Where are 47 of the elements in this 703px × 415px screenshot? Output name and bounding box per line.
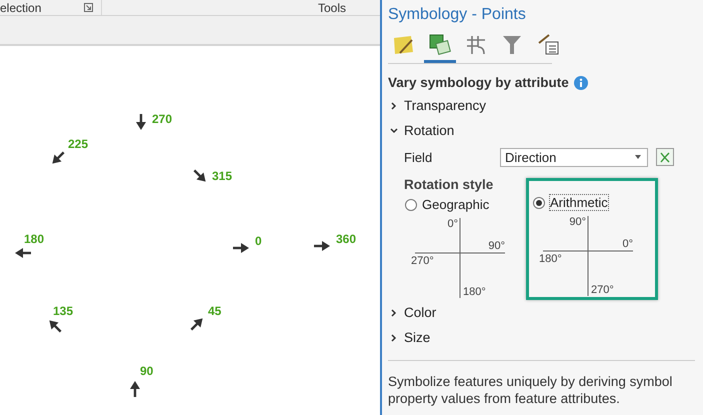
section-heading: Vary symbology by attribute — [388, 75, 569, 90]
compass-label: 180° — [463, 286, 486, 298]
compass-label: 270° — [591, 284, 614, 296]
compass-label: 90° — [569, 216, 586, 228]
section-header[interactable]: Color — [388, 300, 695, 325]
caret-icon — [635, 155, 641, 159]
field-label: Field — [404, 150, 434, 164]
overlapping-squares-icon — [428, 33, 452, 57]
grid-lines-icon — [464, 33, 488, 57]
chevron-icon — [390, 334, 398, 342]
compass-label: 180° — [539, 253, 562, 265]
section-header[interactable]: Rotation — [388, 118, 695, 143]
point-label: 270 — [152, 112, 172, 126]
point-label: 180 — [24, 232, 44, 246]
polygon-pencil-icon — [392, 33, 416, 57]
point-label: 315 — [212, 169, 232, 183]
funnel-icon — [500, 33, 524, 57]
chevron-icon — [390, 308, 398, 316]
radio-button[interactable] — [533, 196, 545, 208]
panel-title: Symbology - Points — [388, 5, 527, 25]
ribbon-group-label: election — [0, 0, 42, 14]
section-header[interactable]: Size — [388, 325, 695, 350]
radio-label[interactable]: Geographic — [422, 197, 490, 212]
point-label: 0 — [255, 234, 262, 248]
point-label: 135 — [53, 304, 74, 318]
radio-label[interactable]: Arithmetic — [550, 195, 608, 210]
description-text: Symbolize features uniquely by deriving symbol property values from feature attributes. — [388, 373, 674, 407]
compass-label: 270° — [411, 255, 434, 267]
point-label: 225 — [68, 137, 88, 151]
compass-label: 0° — [622, 238, 633, 250]
field-dropdown[interactable]: Direction — [500, 148, 648, 166]
radio-button[interactable] — [405, 198, 417, 210]
x-icon — [658, 150, 672, 164]
chevron-icon — [390, 126, 398, 134]
ribbon-group-label: Tools — [318, 0, 346, 14]
expression-button[interactable] — [656, 148, 674, 166]
rotation-style-label: Rotation style — [403, 177, 494, 192]
point-label: 90 — [140, 364, 154, 378]
brush-list-icon — [536, 33, 560, 57]
compass-label: 0° — [447, 218, 458, 230]
point-label: 45 — [208, 304, 222, 318]
compass-label: 90° — [488, 240, 505, 252]
chevron-icon — [390, 102, 398, 110]
section-header[interactable]: Transparency — [388, 93, 695, 118]
point-label: 360 — [336, 232, 356, 246]
dialog-launcher-icon[interactable] — [84, 3, 93, 12]
info-icon — [574, 76, 588, 90]
